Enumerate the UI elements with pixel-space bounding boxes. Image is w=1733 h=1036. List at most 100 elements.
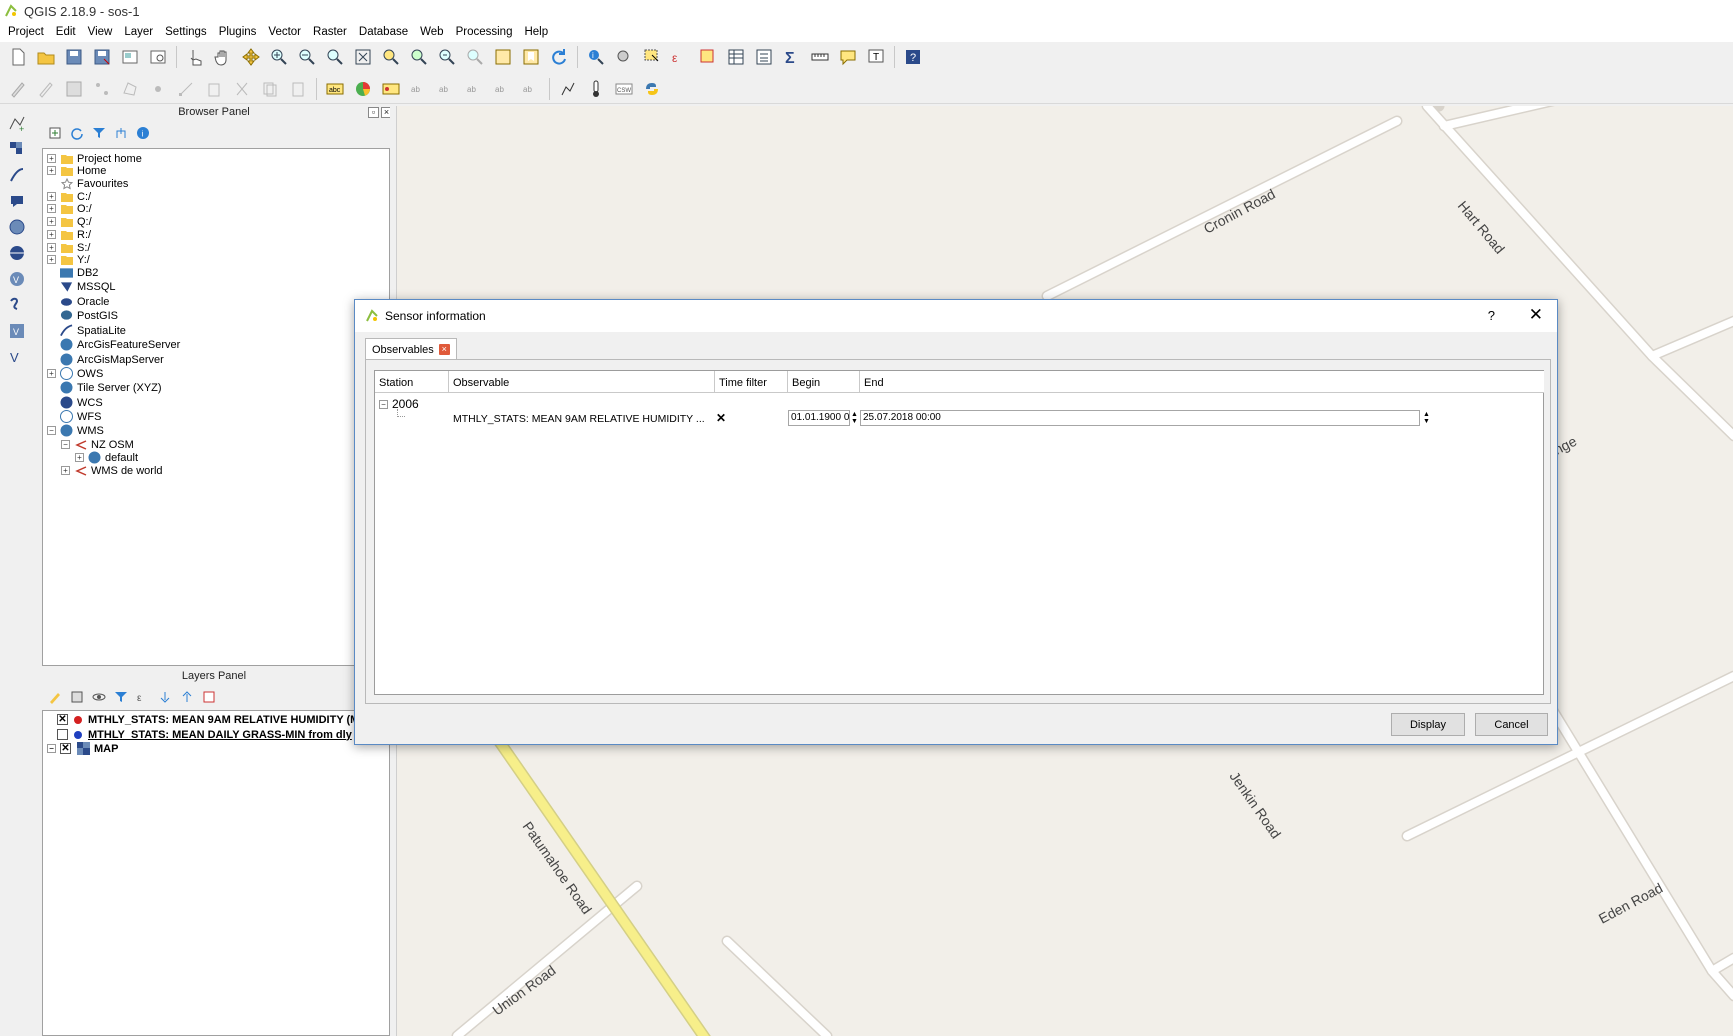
add-layer-icon[interactable] <box>47 125 63 141</box>
add-wfs-icon[interactable]: V <box>6 268 28 290</box>
run-action-icon[interactable] <box>613 46 635 68</box>
copy-features-icon[interactable] <box>259 78 281 100</box>
select-features-icon[interactable] <box>641 46 663 68</box>
menu-help[interactable]: Help <box>518 26 554 38</box>
properties-info-icon[interactable]: i <box>135 125 151 141</box>
deselect-icon[interactable] <box>697 46 719 68</box>
csw-icon[interactable]: CSW <box>613 78 635 100</box>
help-icon[interactable]: ? <box>902 46 924 68</box>
collapse-all-layers-icon[interactable] <box>179 689 195 705</box>
expand-icon[interactable]: + <box>47 154 56 163</box>
menu-view[interactable]: View <box>82 26 119 38</box>
tab-close-icon[interactable]: × <box>438 344 450 355</box>
zoom-out-icon[interactable] <box>296 46 318 68</box>
expand-icon[interactable]: + <box>61 466 70 475</box>
move-label-icon[interactable]: ab <box>436 78 458 100</box>
observable-cell[interactable]: MTHLY_STATS: MEAN 9AM RELATIVE HUMIDITY … <box>453 413 705 425</box>
bookmark-icon[interactable] <box>520 46 542 68</box>
time-filter-checkbox[interactable]: ✕ <box>716 411 726 425</box>
layer-row-grass-min[interactable]: MTHLY_STATS: MEAN DAILY GRASS-MIN from d… <box>57 727 352 742</box>
new-spatialite-layer-icon[interactable]: V <box>6 320 28 342</box>
menu-raster[interactable]: Raster <box>307 26 353 38</box>
add-vector-layer-icon[interactable]: + <box>6 112 28 134</box>
save-as-icon[interactable] <box>91 46 113 68</box>
new-virtual-layer-icon[interactable]: V <box>6 346 28 368</box>
cancel-button[interactable]: Cancel <box>1475 713 1548 736</box>
sos-plugin-icon[interactable] <box>557 78 579 100</box>
new-map-view-icon[interactable] <box>492 46 514 68</box>
menu-vector[interactable]: Vector <box>262 26 307 38</box>
add-polygon-icon[interactable] <box>119 78 141 100</box>
float-panel-icon[interactable]: ▫ <box>368 107 379 118</box>
add-wcs-icon[interactable] <box>6 242 28 264</box>
expand-icon[interactable]: + <box>47 217 56 226</box>
map-tips-icon[interactable] <box>837 46 859 68</box>
node-tool-icon[interactable] <box>175 78 197 100</box>
identify-icon[interactable]: i <box>585 46 607 68</box>
label-properties-icon[interactable]: ab <box>520 78 542 100</box>
tree-item-postgis[interactable]: PostGIS <box>60 309 118 322</box>
menu-edit[interactable]: Edit <box>50 26 82 38</box>
tree-item-arcgisfeatureserver[interactable]: ArcGisFeatureServer <box>60 338 180 351</box>
tree-item-wms[interactable]: − WMS <box>47 424 104 437</box>
pan-hand-icon[interactable] <box>212 46 234 68</box>
refresh-browser-icon[interactable] <box>69 125 85 141</box>
column-header-begin[interactable]: Begin <box>788 371 860 393</box>
layer-visibility-checkbox[interactable]: ✕ <box>60 743 71 754</box>
end-spinner-icon[interactable]: ▲ ▼ <box>1422 411 1431 425</box>
tree-item-default[interactable]: + default <box>75 451 138 464</box>
column-header-station[interactable]: Station <box>375 371 449 393</box>
toggle-editing-icon[interactable] <box>35 78 57 100</box>
thermometer-icon[interactable] <box>585 78 607 100</box>
layer-visibility-checkbox[interactable] <box>57 729 68 740</box>
expand-icon[interactable]: + <box>75 453 84 462</box>
expand-icon[interactable]: + <box>47 230 56 239</box>
new-project-icon[interactable] <box>7 46 29 68</box>
add-group-icon[interactable] <box>69 689 85 705</box>
manage-visibility-icon[interactable] <box>91 689 107 705</box>
tree-item-spatialite[interactable]: SpatiaLite <box>60 324 126 337</box>
layer-row-humidity[interactable]: ✕ MTHLY_STATS: MEAN 9AM RELATIVE HUMIDIT… <box>57 712 359 727</box>
tree-item-tile-server[interactable]: Tile Server (XYZ) <box>60 381 162 394</box>
tree-item-q[interactable]: + Q:/ <box>47 215 92 228</box>
tree-item-o[interactable]: + O:/ <box>47 202 92 215</box>
open-project-icon[interactable] <box>35 46 57 68</box>
zoom-native-icon[interactable] <box>324 46 346 68</box>
end-date-input[interactable]: 25.07.2018 00:00 <box>860 410 1420 426</box>
add-wms-icon[interactable] <box>6 216 28 238</box>
pan-to-selection-icon[interactable] <box>240 46 262 68</box>
zoom-in-icon[interactable] <box>268 46 290 68</box>
save-edits-icon[interactable] <box>63 78 85 100</box>
menu-plugins[interactable]: Plugins <box>213 26 263 38</box>
collapse-icon[interactable]: − <box>47 744 56 753</box>
new-shapefile-icon[interactable] <box>6 294 28 316</box>
pin-labels-icon[interactable] <box>380 78 402 100</box>
expand-icon[interactable]: + <box>47 166 56 175</box>
field-calculator-icon[interactable] <box>753 46 775 68</box>
tree-item-y[interactable]: + Y:/ <box>47 253 90 266</box>
column-header-observable[interactable]: Observable <box>449 371 715 393</box>
layer-visibility-checkbox[interactable]: ✕ <box>57 714 68 725</box>
collapse-icon[interactable]: − <box>379 399 388 409</box>
expand-icon[interactable]: + <box>47 255 56 264</box>
add-raster-layer-icon[interactable] <box>6 138 28 160</box>
expand-icon[interactable]: + <box>47 243 56 252</box>
current-edits-icon[interactable] <box>7 78 29 100</box>
composer-manager-icon[interactable] <box>147 46 169 68</box>
tree-item-favourites[interactable]: Favourites <box>60 177 128 190</box>
refresh-icon[interactable] <box>548 46 570 68</box>
rotate-label-icon[interactable]: ab <box>464 78 486 100</box>
new-print-composer-icon[interactable] <box>119 46 141 68</box>
show-hide-labels-icon[interactable]: ab <box>408 78 430 100</box>
layer-styling-icon[interactable] <box>47 689 63 705</box>
menu-processing[interactable]: Processing <box>450 26 519 38</box>
zoom-next-icon[interactable] <box>464 46 486 68</box>
collapse-icon[interactable]: − <box>61 440 70 449</box>
zoom-layer-icon[interactable] <box>408 46 430 68</box>
collapse-icon[interactable]: − <box>47 426 56 435</box>
filter-by-expression-icon[interactable]: ε <box>135 689 151 705</box>
add-delimited-text-icon[interactable] <box>6 164 28 186</box>
text-annotation-icon[interactable]: T <box>865 46 887 68</box>
column-header-end[interactable]: End <box>860 371 1544 393</box>
tree-item-wcs[interactable]: WCS <box>60 396 103 409</box>
